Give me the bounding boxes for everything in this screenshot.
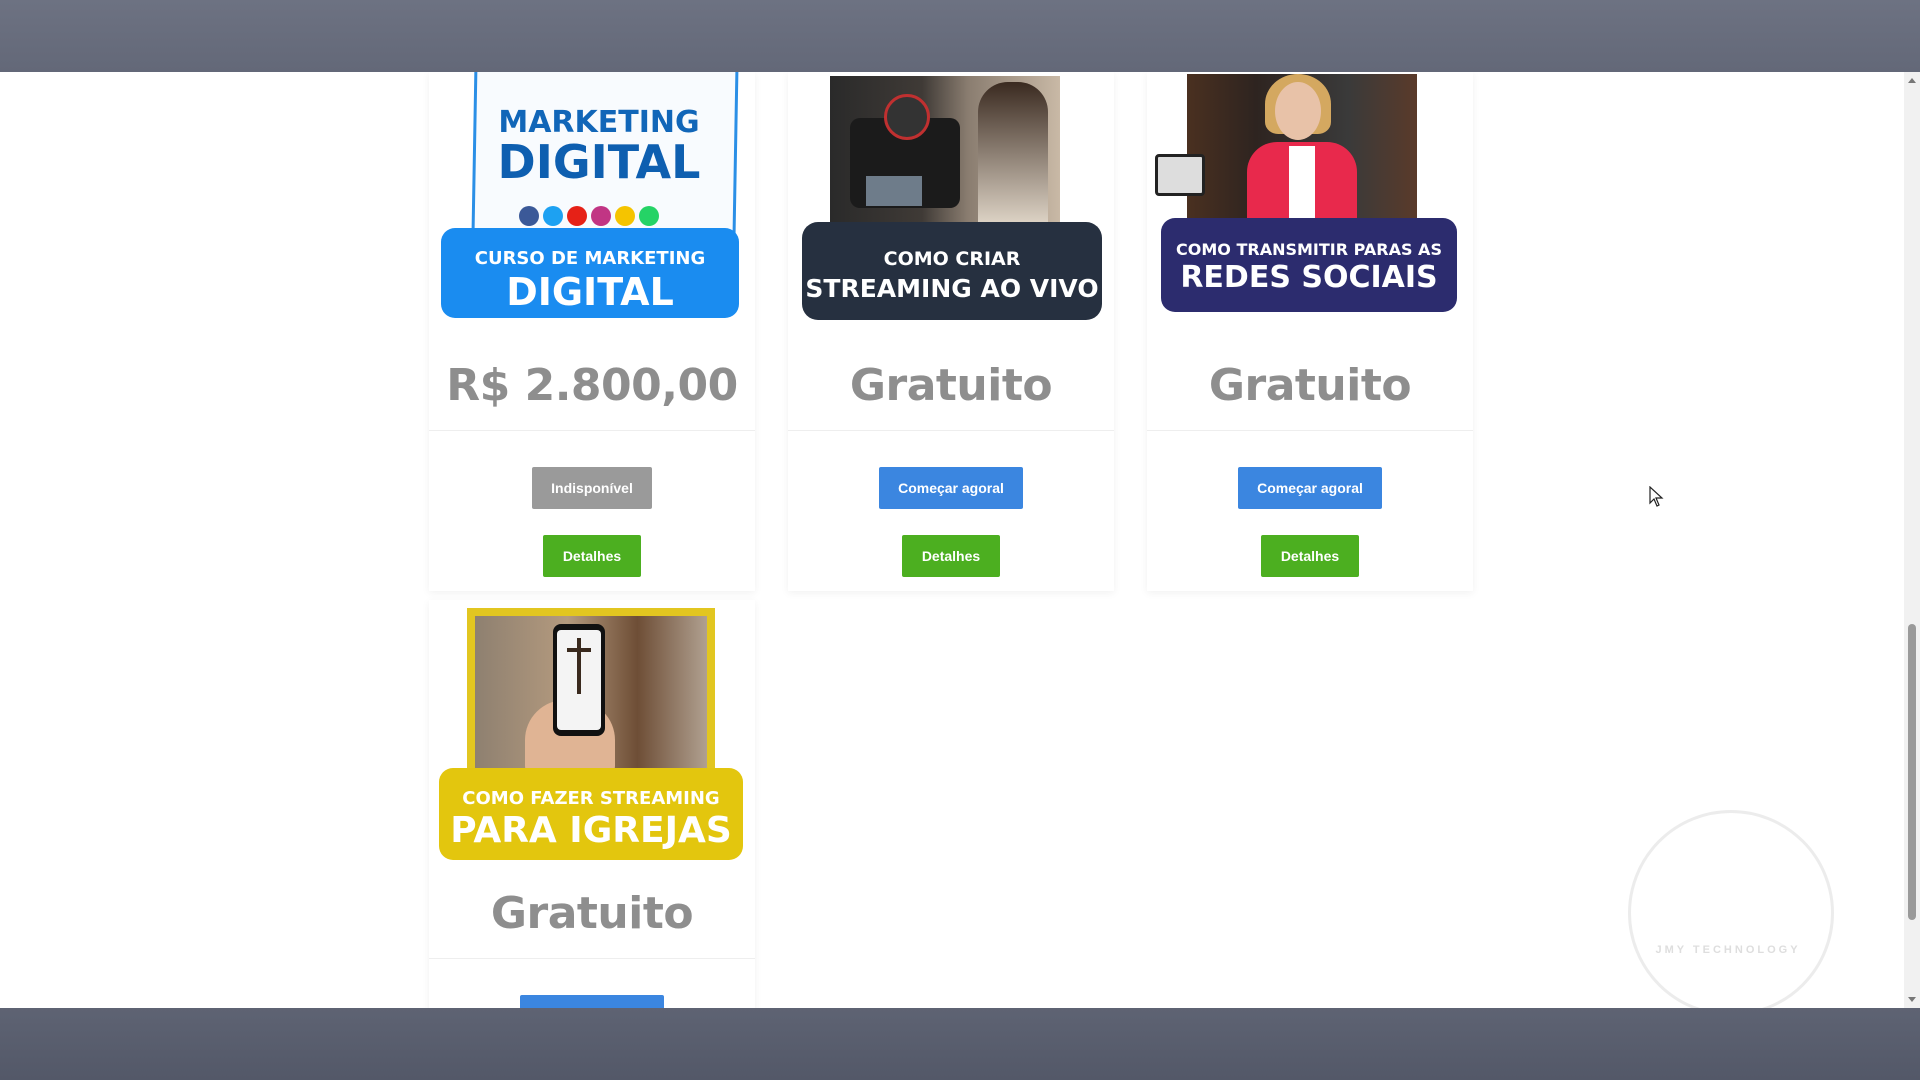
phone-icon xyxy=(1155,154,1205,196)
vertical-scrollbar[interactable] xyxy=(1904,72,1920,1008)
start-now-button[interactable]: Começar agoral xyxy=(879,467,1023,509)
mouse-cursor-icon xyxy=(1649,486,1664,507)
thumbnail-title-line1: MARKETING xyxy=(498,105,700,140)
banner-line1: CURSO DE MARKETING xyxy=(474,248,706,269)
banner-line1: COMO FAZER STREAMING xyxy=(462,788,720,809)
banner-line2: PARA IGREJAS xyxy=(450,810,732,851)
course-price: Gratuito xyxy=(429,870,755,959)
course-actions: Começar agoral Detalhes xyxy=(788,431,1114,591)
details-button[interactable]: Detalhes xyxy=(902,535,1000,577)
video-bottom-bar xyxy=(0,1008,1920,1080)
course-card-social: COMO TRANSMITIR PARAS AS REDES SOCIAIS G… xyxy=(1147,72,1473,591)
details-button[interactable]: Detalhes xyxy=(543,535,641,577)
course-thumbnail[interactable]: COMO CRIAR STREAMING AO VIVO xyxy=(788,72,1114,342)
scroll-down-icon[interactable] xyxy=(1908,997,1916,1002)
watermark-logo xyxy=(1628,810,1834,1016)
scroll-up-icon[interactable] xyxy=(1908,78,1916,83)
course-actions: Indisponível Detalhes xyxy=(429,431,755,591)
course-price: Gratuito xyxy=(788,342,1114,431)
thumbnail-title-line2: DIGITAL xyxy=(497,135,701,189)
course-thumbnail[interactable]: COMO FAZER STREAMING PARA IGREJAS xyxy=(429,600,755,870)
course-card-churches: COMO FAZER STREAMING PARA IGREJAS Gratui… xyxy=(429,600,755,1008)
banner-line2: REDES SOCIAIS xyxy=(1180,260,1438,295)
youtube-icon xyxy=(567,206,587,226)
camera-screen xyxy=(866,176,922,206)
course-price: Gratuito xyxy=(1147,342,1473,431)
thumbnail-banner xyxy=(802,222,1102,320)
details-button[interactable]: Detalhes xyxy=(1261,535,1359,577)
unavailable-button[interactable]: Indisponível xyxy=(532,467,652,509)
cross-icon xyxy=(577,638,581,694)
snapchat-icon xyxy=(615,206,635,226)
scrollbar-thumb[interactable] xyxy=(1908,624,1916,920)
video-top-bar xyxy=(0,0,1920,72)
start-now-button-partial[interactable] xyxy=(520,995,664,1008)
twitter-icon xyxy=(543,206,563,226)
banner-line1: COMO TRANSMITIR PARAS AS xyxy=(1176,240,1442,259)
whatsapp-icon xyxy=(639,206,659,226)
banner-line2: STREAMING AO VIVO xyxy=(805,274,1099,303)
instagram-icon xyxy=(591,206,611,226)
thumbnail-person-shirt xyxy=(1289,146,1315,224)
course-actions: Começar agoral Detalhes xyxy=(1147,431,1473,591)
course-card-marketing: MARKETING DIGITAL CURSO DE MARKETING DIG… xyxy=(429,72,755,591)
cross-icon-bar xyxy=(567,648,591,652)
facebook-icon xyxy=(519,206,539,226)
thumbnail-person-face xyxy=(1275,82,1321,140)
course-actions xyxy=(429,959,755,1008)
camera-lens xyxy=(884,94,930,140)
course-price: R$ 2.800,00 xyxy=(429,342,755,431)
thumbnail-person xyxy=(978,82,1048,226)
course-card-streaming: COMO CRIAR STREAMING AO VIVO Gratuito Co… xyxy=(788,72,1114,591)
watermark-text: JMY TECHNOLOGY xyxy=(1655,944,1801,956)
course-thumbnail[interactable]: MARKETING DIGITAL CURSO DE MARKETING DIG… xyxy=(429,72,755,342)
page-viewport: MARKETING DIGITAL CURSO DE MARKETING DIG… xyxy=(0,72,1920,1008)
social-icons-row xyxy=(519,206,659,226)
banner-line1: COMO CRIAR xyxy=(883,248,1021,270)
banner-line2: DIGITAL xyxy=(506,270,674,314)
start-now-button[interactable]: Começar agoral xyxy=(1238,467,1382,509)
course-thumbnail[interactable]: COMO TRANSMITIR PARAS AS REDES SOCIAIS xyxy=(1147,72,1473,342)
